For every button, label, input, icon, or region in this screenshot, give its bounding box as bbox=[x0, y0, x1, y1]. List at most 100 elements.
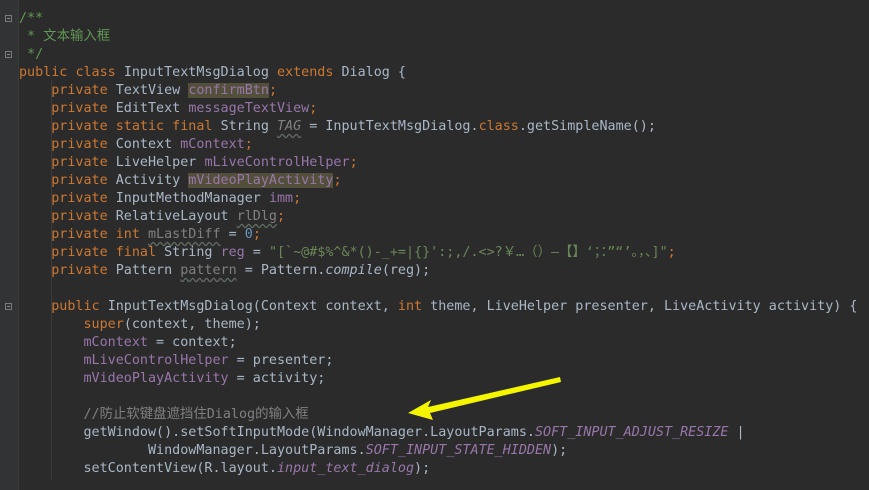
type: String bbox=[220, 119, 269, 134]
code-line-21: mVideoPlayActivity = activity; bbox=[19, 370, 869, 388]
method-call: compile bbox=[325, 263, 382, 278]
line-comment: //防止软键盘遮挡住Dialog的输入框 bbox=[83, 407, 309, 422]
field-name: mVideoPlayActivity bbox=[188, 173, 334, 188]
keyword: private bbox=[51, 155, 108, 170]
code-text: ); bbox=[551, 443, 568, 458]
code-text: = Pattern. bbox=[236, 263, 326, 278]
code-text: WindowManager.LayoutParams. bbox=[148, 443, 366, 458]
keyword: public bbox=[51, 299, 100, 314]
code-line-14: private final String reg = "[`~@#$%^&*()… bbox=[19, 244, 869, 262]
doc-comment: /** bbox=[19, 11, 44, 26]
type: LiveHelper bbox=[115, 155, 197, 170]
code-line-24: getWindow().setSoftInputMode(WindowManag… bbox=[19, 424, 869, 442]
code-text: (reg); bbox=[381, 263, 431, 278]
fold-marker-icon[interactable] bbox=[5, 15, 12, 22]
keyword: private bbox=[51, 191, 108, 206]
code-text: getWindow().setSoftInputMode(WindowManag… bbox=[83, 425, 535, 440]
code-line-1: /** bbox=[19, 10, 869, 28]
code-line-26: setContentView(R.layout.input_text_dialo… bbox=[19, 460, 869, 478]
code-text: ); bbox=[414, 461, 431, 476]
punct: ; bbox=[667, 245, 676, 260]
punct: ; bbox=[293, 191, 302, 206]
constant: SOFT_INPUT_ADJUST_RESIZE bbox=[534, 425, 729, 440]
code-line-5: private TextView confirmBtn; bbox=[19, 82, 869, 100]
class-name: InputTextMsgDialog bbox=[123, 65, 269, 80]
code-text: .getSimpleName(); bbox=[518, 119, 656, 134]
type: RelativeLayout bbox=[115, 209, 229, 224]
editor-gutter bbox=[0, 0, 19, 490]
constant: input_text_dialog bbox=[276, 461, 415, 476]
field-name: reg bbox=[220, 245, 245, 260]
code-lines[interactable]: /** * 文本输入框 */ public class InputTextMsg… bbox=[19, 10, 869, 478]
fold-marker-icon[interactable] bbox=[5, 303, 12, 310]
keyword: class bbox=[75, 65, 116, 80]
keyword: private bbox=[51, 173, 108, 188]
keyword: class bbox=[478, 119, 519, 134]
keyword: private bbox=[51, 101, 108, 116]
field-name: confirmBtn bbox=[188, 83, 269, 98]
code-line-9: private LiveHelper mLiveControlHelper; bbox=[19, 154, 869, 172]
code-editor[interactable]: /** * 文本输入框 */ public class InputTextMsg… bbox=[0, 0, 869, 490]
string-literal: "[`~@#$%^&*()-_+=|{}':;,/.<>?￥…（）—【】‘；：”… bbox=[268, 245, 668, 260]
field-name: rlDlg bbox=[236, 209, 277, 224]
keyword: private bbox=[51, 209, 108, 224]
keyword: super bbox=[83, 317, 124, 332]
punct: ; bbox=[349, 155, 358, 170]
code-line-13: private int mLastDiff = 0; bbox=[19, 226, 869, 244]
code-line-23: //防止软键盘遮挡住Dialog的输入框 bbox=[19, 406, 869, 424]
parent-class: Dialog { bbox=[341, 65, 407, 80]
type: String bbox=[164, 245, 213, 260]
code-line-4: public class InputTextMsgDialog extends … bbox=[19, 64, 869, 82]
fold-marker-icon[interactable] bbox=[5, 51, 12, 58]
type: InputMethodManager bbox=[115, 191, 261, 206]
field-name: mContext bbox=[83, 335, 149, 350]
type: TextView bbox=[115, 83, 181, 98]
code-text: = InputTextMsgDialog. bbox=[301, 119, 479, 134]
keyword: private int bbox=[51, 227, 140, 242]
field-name: mContext bbox=[180, 137, 245, 152]
punct: ; bbox=[277, 209, 286, 224]
keyword: private bbox=[51, 83, 108, 98]
keyword: private bbox=[51, 263, 108, 278]
code-line-12: private RelativeLayout rlDlg; bbox=[19, 208, 869, 226]
code-text: = presenter; bbox=[228, 353, 334, 368]
punct: ; bbox=[244, 137, 253, 152]
punct: ; bbox=[309, 101, 318, 116]
field-name: mLiveControlHelper bbox=[204, 155, 350, 170]
code-text: = context; bbox=[148, 335, 237, 350]
punct: ; bbox=[333, 173, 342, 188]
punct: ; bbox=[252, 227, 261, 242]
type: EditText bbox=[115, 101, 181, 116]
code-line-17: public InputTextMsgDialog(Context contex… bbox=[19, 298, 869, 316]
field-name: imm bbox=[268, 191, 294, 206]
code-line-7: private static final String TAG = InputT… bbox=[19, 118, 869, 136]
punct: ; bbox=[268, 83, 277, 98]
keyword: public bbox=[19, 65, 68, 80]
code-line-11: private InputMethodManager imm; bbox=[19, 190, 869, 208]
field-name: pattern bbox=[180, 263, 237, 278]
code-line-8: private Context mContext; bbox=[19, 136, 869, 154]
doc-comment: */ bbox=[19, 47, 44, 62]
type: Context bbox=[115, 137, 173, 152]
field-name: mVideoPlayActivity bbox=[83, 371, 229, 386]
field-name: messageTextView bbox=[188, 101, 310, 116]
field-name: TAG bbox=[277, 119, 302, 134]
code-line-15: private Pattern pattern = Pattern.compil… bbox=[19, 262, 869, 280]
code-line-20: mLiveControlHelper = presenter; bbox=[19, 352, 869, 370]
code-text: (context, theme); bbox=[123, 317, 261, 332]
constant: SOFT_INPUT_STATE_HIDDEN bbox=[365, 443, 552, 458]
keyword: private final bbox=[51, 245, 157, 260]
type: Pattern bbox=[115, 263, 173, 278]
code-line-18: super(context, theme); bbox=[19, 316, 869, 334]
keyword: private bbox=[51, 137, 108, 152]
code-line-6: private EditText messageTextView; bbox=[19, 100, 869, 118]
doc-comment: * 文本输入框 bbox=[19, 29, 111, 44]
keyword: private static final bbox=[51, 119, 213, 134]
code-line-10: private Activity mVideoPlayActivity; bbox=[19, 172, 869, 190]
keyword: extends bbox=[277, 65, 334, 80]
code-line-19: mContext = context; bbox=[19, 334, 869, 352]
field-name: mLastDiff bbox=[148, 227, 221, 242]
code-text: = activity; bbox=[228, 371, 326, 386]
